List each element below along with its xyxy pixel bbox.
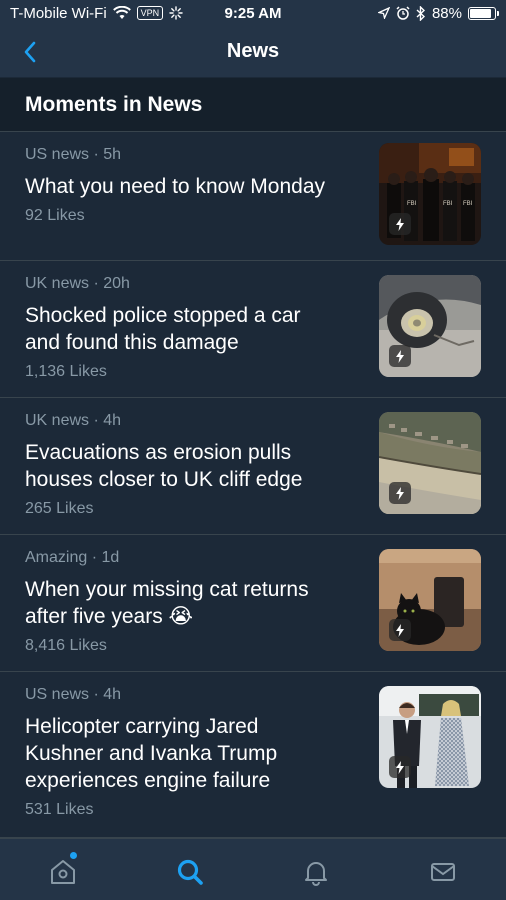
- news-text: UK news · 20h Shocked police stopped a c…: [25, 274, 365, 382]
- news-title-line: Helicopter carrying Jared: [25, 715, 259, 738]
- news-text: US news · 4h Helicopter carrying Jared K…: [25, 685, 365, 820]
- moment-badge: [389, 619, 411, 641]
- tab-messages[interactable]: [413, 856, 473, 888]
- moment-badge: [389, 482, 411, 504]
- activity-spinner-icon: [169, 6, 183, 20]
- news-age: 1d: [101, 549, 120, 566]
- news-thumbnail[interactable]: [379, 275, 481, 377]
- svg-text:FBI: FBI: [463, 201, 473, 207]
- carrier-label: T-Mobile Wi-Fi: [10, 4, 107, 22]
- news-item[interactable]: Amazing · 1d When your missing cat retur…: [0, 535, 506, 672]
- news-meta: Amazing · 1d: [25, 549, 120, 566]
- news-age: 4h: [103, 686, 122, 703]
- news-meta: UK news · 20h: [25, 275, 130, 292]
- news-likes: 8,416 Likes: [25, 637, 107, 654]
- battery-percent: 88%: [431, 4, 462, 22]
- news-likes: 531 Likes: [25, 801, 94, 818]
- section-title: Moments in News: [25, 92, 203, 116]
- news-title-line: Evacuations as erosion pulls: [25, 441, 292, 464]
- news-list: US news · 5h What you need to know Monda…: [0, 132, 506, 838]
- back-button[interactable]: [14, 36, 46, 68]
- news-title-line: When your missing cat returns: [25, 578, 309, 601]
- bell-icon: [305, 862, 328, 886]
- news-title-line: What you need to know Monday: [25, 175, 326, 198]
- svg-text:FBI: FBI: [443, 201, 453, 207]
- search-icon: [177, 859, 203, 885]
- news-category: US news: [25, 146, 90, 163]
- lightning-icon: [396, 486, 404, 500]
- news-title-line: houses closer to UK cliff edge: [25, 468, 303, 491]
- news-title: Evacuations as erosion pulls houses clos…: [25, 439, 365, 493]
- news-item[interactable]: UK news · 4h Evacuations as erosion pull…: [0, 398, 506, 535]
- envelope-icon: [430, 863, 455, 881]
- news-item[interactable]: US news · 5h What you need to know Monda…: [0, 132, 506, 261]
- moment-badge: [389, 756, 411, 778]
- news-item[interactable]: US news · 4h Helicopter carrying Jared K…: [0, 672, 506, 838]
- news-title-line: and found this damage: [25, 331, 239, 354]
- news-title: Helicopter carrying Jared Kushner and Iv…: [25, 713, 365, 794]
- news-age: 5h: [103, 146, 122, 163]
- news-category: UK news: [25, 412, 90, 429]
- tab-home[interactable]: [33, 852, 93, 888]
- news-title: What you need to know Monday: [25, 173, 365, 200]
- news-text: UK news · 4h Evacuations as erosion pull…: [25, 411, 365, 519]
- news-likes: 1,136 Likes: [25, 363, 107, 380]
- lightning-icon: [396, 217, 404, 231]
- news-title-line: Kushner and Ivanka Trump: [25, 742, 278, 765]
- vpn-badge: VPN: [136, 6, 164, 20]
- tab-bar: [0, 838, 506, 900]
- wifi-icon: [112, 6, 131, 19]
- news-category: UK news: [25, 275, 90, 292]
- news-title-line: experiences engine failure: [25, 769, 271, 792]
- news-title-line: Shocked police stopped a car: [25, 304, 301, 327]
- lightning-icon: [396, 623, 404, 637]
- news-meta: US news · 5h: [25, 146, 122, 163]
- moment-badge: [389, 345, 411, 367]
- location-arrow-icon: [377, 7, 390, 19]
- news-likes: 265 Likes: [25, 500, 94, 517]
- news-text: Amazing · 1d When your missing cat retur…: [25, 548, 365, 656]
- navigation-bar: News: [0, 26, 506, 78]
- moment-badge: [389, 213, 411, 235]
- page-title: News: [226, 40, 280, 62]
- news-thumbnail[interactable]: [379, 412, 481, 514]
- news-category: US news: [25, 686, 90, 703]
- news-likes: 92 Likes: [25, 207, 85, 224]
- news-category: Amazing: [25, 549, 88, 566]
- news-text: US news · 5h What you need to know Monda…: [25, 145, 365, 226]
- news-title: When your missing cat returns after five…: [25, 576, 365, 630]
- section-header: Moments in News: [0, 78, 506, 132]
- home-icon: [51, 860, 76, 884]
- news-thumbnail[interactable]: FBI FBI FBI: [379, 143, 481, 245]
- status-right: 88%: [377, 4, 499, 22]
- chevron-left-icon: [24, 41, 36, 63]
- news-thumbnail[interactable]: [379, 686, 481, 788]
- news-title-line: after five years 😭: [25, 605, 194, 628]
- lightning-icon: [396, 760, 404, 774]
- battery-icon: [468, 6, 499, 20]
- bluetooth-icon: [416, 5, 425, 21]
- news-meta: US news · 4h: [25, 686, 122, 703]
- news-age: 4h: [103, 412, 122, 429]
- news-item[interactable]: UK news · 20h Shocked police stopped a c…: [0, 261, 506, 398]
- status-bar: T-Mobile Wi-Fi VPN 9:25 AM 88%: [0, 0, 506, 26]
- news-thumbnail[interactable]: [379, 549, 481, 651]
- tab-search[interactable]: [160, 856, 220, 888]
- news-age: 20h: [103, 275, 130, 292]
- news-meta: UK news · 4h: [25, 412, 122, 429]
- alarm-icon: [396, 6, 410, 20]
- svg-text:FBI: FBI: [407, 201, 417, 207]
- news-title: Shocked police stopped a car and found t…: [25, 302, 365, 356]
- status-left: T-Mobile Wi-Fi VPN: [10, 5, 183, 22]
- lightning-icon: [396, 349, 404, 363]
- tab-notifications[interactable]: [286, 856, 346, 888]
